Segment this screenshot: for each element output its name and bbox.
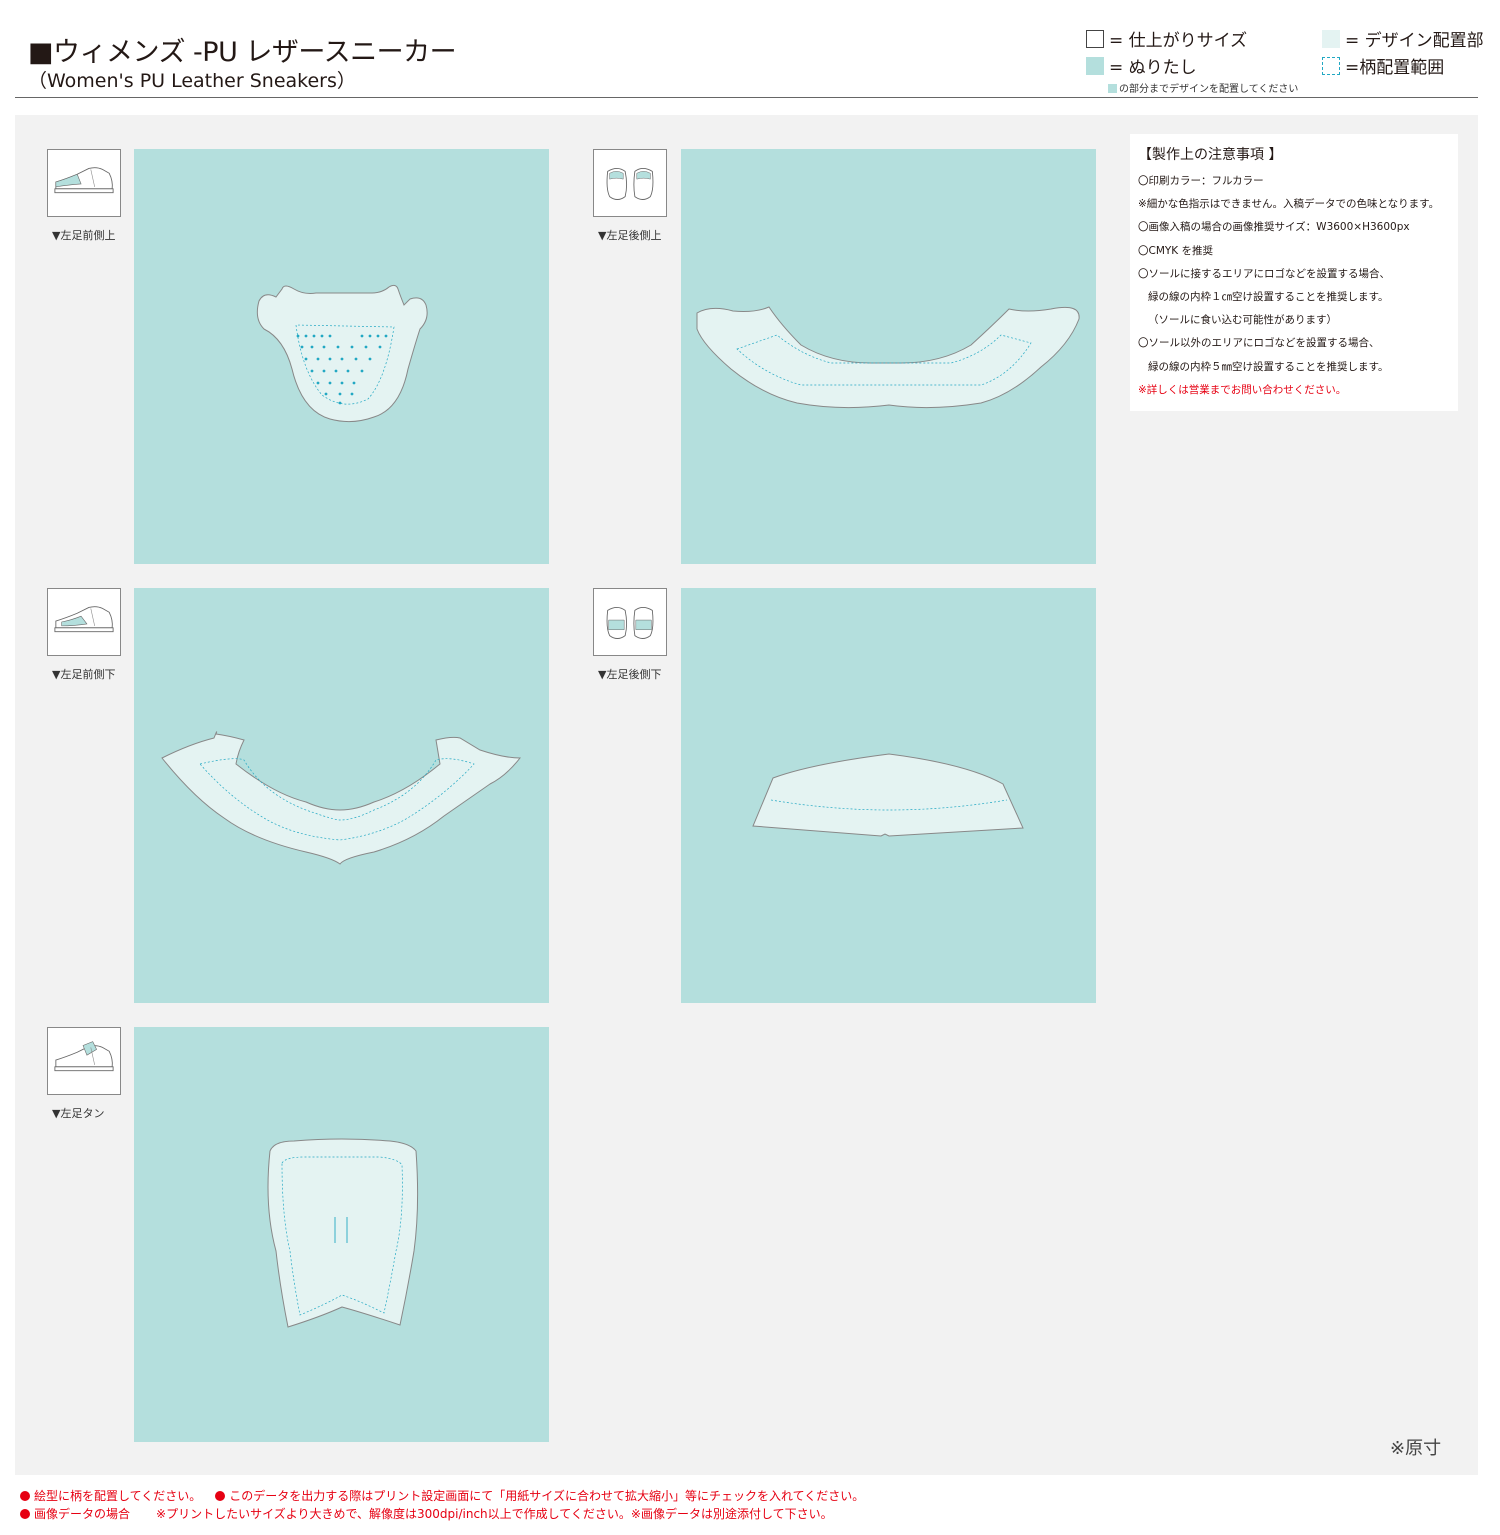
legend-trim: = 仕上がりサイズ xyxy=(1086,26,1247,51)
legend-bleed: = ぬりたし xyxy=(1086,53,1197,78)
note-line: 緑の線の内枠５㎜空け設置することを推奨します。 xyxy=(1148,360,1389,373)
legend-design-label: = デザイン配置部 xyxy=(1345,31,1484,51)
sneaker-side-icon xyxy=(47,149,121,217)
panel-front-lower[interactable] xyxy=(134,588,549,1003)
bullet-icon xyxy=(20,1508,30,1519)
legend-note: の部分までデザインを配置してください xyxy=(1108,80,1298,95)
footer-text: 絵型に柄を配置してください。 xyxy=(34,1489,202,1503)
panel-label-front-lower: ▼左足前側下 xyxy=(52,668,116,681)
panel-back-lower[interactable] xyxy=(681,588,1096,1003)
panel-front-upper[interactable] xyxy=(134,149,549,564)
legend-bleed-label: = ぬりたし xyxy=(1109,58,1197,78)
legend-design: = デザイン配置部 xyxy=(1322,26,1484,51)
footer-line-2: 画像データの場合 ※プリントしたいサイズより大きめで、解像度は300dpi/in… xyxy=(20,1505,833,1522)
trim-swatch-icon xyxy=(1086,29,1104,48)
legend-trim-label: = 仕上がりサイズ xyxy=(1109,31,1248,51)
panel-label-back-upper: ▼左足後側上 xyxy=(598,229,662,242)
sneaker-side-icon xyxy=(47,1027,121,1095)
notes-title: 【製作上の注意事項 】 xyxy=(1138,147,1283,163)
panel-back-upper[interactable] xyxy=(681,149,1096,564)
bullet-icon xyxy=(215,1490,226,1501)
note-line: （ソールに食い込む可能性があります） xyxy=(1148,314,1337,327)
scale-note: ※原寸 xyxy=(1390,1438,1442,1459)
legend-range: =柄配置範囲 xyxy=(1322,53,1444,78)
page-title: ■ウィメンズ -PU レザースニーカー xyxy=(28,37,457,68)
footer-text: このデータを出力する際はプリント設定画面にて「用紙サイズに合わせて拡大縮小」等に… xyxy=(229,1489,865,1503)
page-subtitle: （Women's PU Leather Sneakers） xyxy=(28,70,356,92)
note-line: 〇CMYK を推奨 xyxy=(1138,244,1214,257)
panel-label-front-upper: ▼左足前側上 xyxy=(52,229,116,242)
sneaker-side-icon xyxy=(47,588,121,656)
bullet-icon xyxy=(20,1490,30,1501)
production-notes: 【製作上の注意事項 】 〇印刷カラー：フルカラー ※細かな色指示はできません。入… xyxy=(1130,134,1458,411)
note-line: ※細かな色指示はできません。入稿データでの色味となります。 xyxy=(1138,198,1440,211)
note-line: 〇画像入稿の場合の画像推奨サイズ：W3600×H3600px xyxy=(1138,221,1410,234)
panel-label-back-lower: ▼左足後側下 xyxy=(598,668,662,681)
header-divider xyxy=(15,97,1478,98)
footer-text: ※プリントしたいサイズより大きめで、解像度は300dpi/inch以上で作成して… xyxy=(156,1507,833,1521)
note-line: 〇印刷カラー：フルカラー xyxy=(1138,175,1264,187)
footer-line-1: 絵型に柄を配置してください。 このデータを出力する際はプリント設定画面にて「用紙… xyxy=(20,1487,864,1504)
note-line: 〇ソール以外のエリアにロゴなどを設置する場合、 xyxy=(1138,337,1380,350)
sneaker-back-icon xyxy=(593,588,667,656)
note-line: 緑の線の内枠１㎝空け設置することを推奨します。 xyxy=(1148,291,1389,304)
range-swatch-icon xyxy=(1322,56,1340,75)
sneaker-back-icon xyxy=(593,149,667,217)
legend-range-label: =柄配置範囲 xyxy=(1345,58,1445,78)
panel-tongue[interactable] xyxy=(134,1027,549,1442)
panel-label-tongue: ▼左足タン xyxy=(52,1107,105,1120)
design-swatch-icon xyxy=(1322,29,1340,48)
note-line: 〇ソールに接するエリアにロゴなどを設置する場合、 xyxy=(1138,267,1390,280)
note-line-warning: ※詳しくは営業までお問い合わせください。 xyxy=(1138,383,1347,396)
bleed-swatch-icon xyxy=(1086,56,1104,75)
footer-text: 画像データの場合 xyxy=(34,1507,131,1521)
